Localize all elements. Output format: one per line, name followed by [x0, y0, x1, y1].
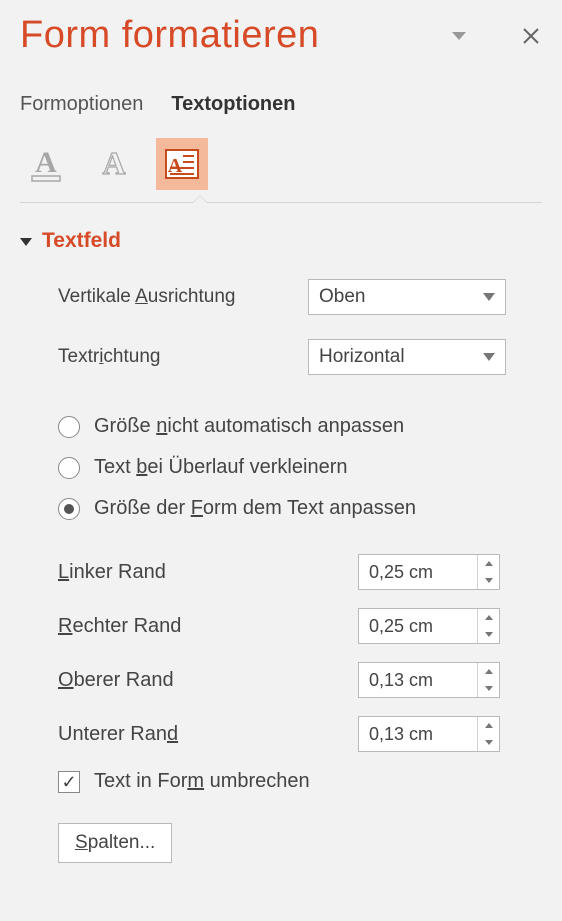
text-direction-value: Horizontal — [319, 346, 405, 368]
radio-resize-shape-label: Größe der Form dem Text anpassen — [94, 497, 416, 520]
text-option-icon-tabs: A A A — [20, 138, 542, 190]
close-button[interactable] — [520, 25, 542, 47]
radio-no-autofit-label: Größe nicht automatisch anpassen — [94, 415, 404, 438]
spinner-buttons — [477, 555, 499, 589]
top-margin-spinner[interactable]: 0,13 cm — [358, 662, 500, 698]
text-fill-outline-icon[interactable]: A — [20, 138, 72, 190]
wrap-text-label: Text in Form umbrechen — [94, 770, 310, 793]
checkbox-wrap-text[interactable]: Text in Form umbrechen — [58, 770, 542, 793]
radio-icon — [58, 457, 80, 479]
pane-header: Form formatieren — [20, 0, 542, 63]
spinner-up-button[interactable] — [478, 663, 499, 680]
radio-no-autofit[interactable]: Größe nicht automatisch anpassen — [58, 415, 542, 438]
row-bottom-margin: Unterer Rand 0,13 cm — [58, 716, 542, 752]
right-margin-label: Rechter Rand — [58, 615, 358, 638]
svg-text:A: A — [102, 145, 125, 181]
bottom-margin-label: Unterer Rand — [58, 723, 358, 746]
checkbox-icon — [58, 771, 80, 793]
tab-shape-options[interactable]: Formoptionen — [20, 93, 143, 116]
vertical-alignment-label: Vertikale Ausrichtung — [58, 286, 308, 308]
radio-shrink-overflow-label: Text bei Überlauf verkleinern — [94, 456, 347, 479]
chevron-down-icon — [483, 353, 495, 361]
text-direction-select[interactable]: Horizontal — [308, 339, 506, 375]
columns-button[interactable]: Spalten... — [58, 823, 172, 863]
left-margin-label: Linker Rand — [58, 561, 358, 584]
section-body: Vertikale Ausrichtung Oben Textrichtung … — [20, 279, 542, 863]
right-margin-spinner[interactable]: 0,25 cm — [358, 608, 500, 644]
separator — [20, 202, 542, 203]
row-right-margin: Rechter Rand 0,25 cm — [58, 608, 542, 644]
pane-menu-button[interactable] — [448, 25, 470, 47]
textbox-icon[interactable]: A — [156, 138, 208, 190]
radio-resize-shape[interactable]: Größe der Form dem Text anpassen — [58, 497, 542, 520]
disclosure-triangle-icon — [20, 238, 32, 246]
row-vertical-alignment: Vertikale Ausrichtung Oben — [58, 279, 542, 315]
top-margin-value[interactable]: 0,13 cm — [359, 663, 477, 697]
row-top-margin: Oberer Rand 0,13 cm — [58, 662, 542, 698]
vertical-alignment-select[interactable]: Oben — [308, 279, 506, 315]
option-tabs: Formoptionen Textoptionen — [20, 93, 542, 116]
spinner-up-button[interactable] — [478, 555, 499, 572]
tab-text-options[interactable]: Textoptionen — [171, 93, 295, 116]
text-effects-icon[interactable]: A — [88, 138, 140, 190]
radio-icon — [58, 498, 80, 520]
top-margin-label: Oberer Rand — [58, 669, 358, 692]
left-margin-spinner[interactable]: 0,25 cm — [358, 554, 500, 590]
spinner-up-button[interactable] — [478, 609, 499, 626]
textbox-section: Textfeld Vertikale Ausrichtung Oben Text… — [20, 229, 542, 863]
spinner-up-button[interactable] — [478, 717, 499, 734]
section-header-textbox[interactable]: Textfeld — [20, 229, 542, 253]
format-shape-pane: Form formatieren Formoptionen Textoption… — [0, 0, 562, 863]
spinner-buttons — [477, 717, 499, 751]
row-left-margin: Linker Rand 0,25 cm — [58, 554, 542, 590]
spinner-down-button[interactable] — [478, 572, 499, 589]
pane-title: Form formatieren — [20, 14, 448, 57]
radio-shrink-overflow[interactable]: Text bei Überlauf verkleinern — [58, 456, 542, 479]
row-text-direction: Textrichtung Horizontal — [58, 339, 542, 375]
spinner-down-button[interactable] — [478, 626, 499, 643]
right-margin-value[interactable]: 0,25 cm — [359, 609, 477, 643]
spinner-down-button[interactable] — [478, 734, 499, 751]
svg-text:A: A — [35, 146, 57, 179]
text-direction-label: Textrichtung — [58, 346, 308, 368]
radio-icon — [58, 416, 80, 438]
spinner-buttons — [477, 663, 499, 697]
spinner-buttons — [477, 609, 499, 643]
section-title: Textfeld — [42, 229, 121, 253]
chevron-down-icon — [483, 293, 495, 301]
spinner-down-button[interactable] — [478, 680, 499, 697]
bottom-margin-spinner[interactable]: 0,13 cm — [358, 716, 500, 752]
left-margin-value[interactable]: 0,25 cm — [359, 555, 477, 589]
vertical-alignment-value: Oben — [319, 286, 365, 308]
bottom-margin-value[interactable]: 0,13 cm — [359, 717, 477, 751]
